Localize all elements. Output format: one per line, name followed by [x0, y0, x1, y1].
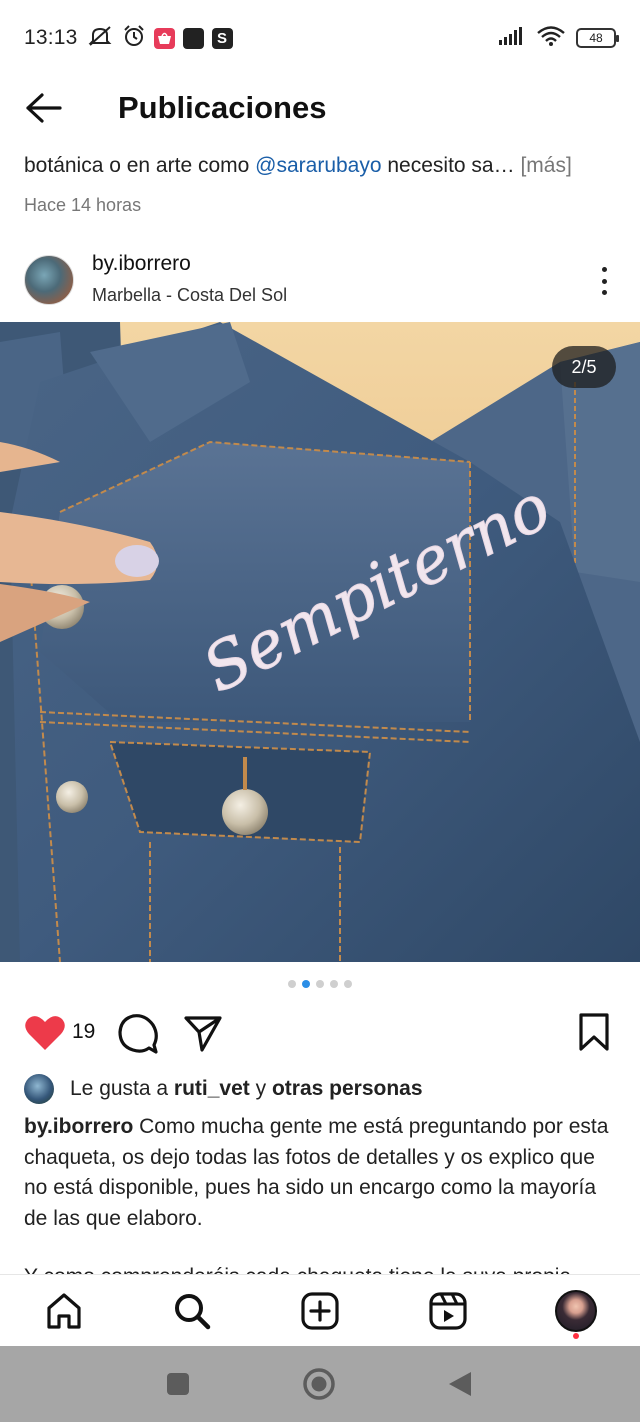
post-author-avatar[interactable]: [24, 255, 74, 305]
back-triangle-icon: [449, 1372, 471, 1396]
send-icon: [184, 1016, 222, 1052]
more-options-button[interactable]: [592, 264, 616, 298]
denim-jacket-photo: Sempiterno: [0, 322, 640, 962]
kebab-dot: [601, 290, 607, 295]
comment-button[interactable]: [117, 1013, 159, 1060]
share-button[interactable]: [183, 1014, 223, 1057]
nav-home[interactable]: [42, 1289, 86, 1333]
status-time: 13:13: [24, 26, 78, 49]
carousel-dot: [344, 980, 352, 988]
home-icon: [47, 1293, 81, 1329]
recents-icon: [167, 1373, 189, 1395]
top-app-bar: Publicaciones: [0, 76, 640, 140]
image-counter: 2/5: [552, 346, 616, 388]
like-button[interactable]: [24, 1014, 66, 1057]
reels-icon: [429, 1292, 467, 1330]
mute-icon: [88, 25, 114, 52]
add-post-icon: [301, 1292, 339, 1330]
back-button[interactable]: [22, 90, 68, 126]
bookmark-icon: [579, 1013, 609, 1051]
alarm-icon: [122, 24, 146, 53]
post-actions: [0, 1010, 640, 1060]
battery-icon: 48: [576, 28, 619, 48]
carousel-dot: [330, 980, 338, 988]
profile-avatar: [555, 1290, 597, 1332]
kebab-dot: [601, 267, 607, 272]
s-app-icon: S: [211, 27, 233, 49]
search-icon: [175, 1294, 211, 1330]
page-title: Publicaciones: [118, 90, 327, 125]
post-image[interactable]: Sempiterno 2/5: [0, 322, 640, 962]
liked-by-user[interactable]: ruti_vet: [174, 1077, 250, 1101]
system-navigation-bar: [0, 1346, 640, 1422]
caption-text-end: necesito sa…: [381, 154, 521, 177]
post-username[interactable]: by.iborrero: [92, 252, 191, 276]
post-timestamp: Hace 14 horas: [24, 195, 142, 215]
nav-reels[interactable]: [426, 1289, 470, 1333]
shop-icon: [153, 27, 175, 49]
arrow-left-icon: [26, 93, 62, 123]
caption-text: botánica o en arte como: [24, 154, 256, 177]
home-system-button[interactable]: [301, 1366, 337, 1402]
caption-username[interactable]: by.iborrero: [24, 1115, 133, 1138]
post-location[interactable]: Marbella - Costa Del Sol: [92, 285, 287, 306]
more-link[interactable]: [más]: [520, 154, 571, 177]
carousel-dot: [288, 980, 296, 988]
mention-link[interactable]: @sararubayo: [255, 154, 381, 177]
caption-cut-line: Y como comprenderéis cada chaqueta tiene…: [24, 1262, 616, 1274]
liked-by-line[interactable]: Le gusta a ruti_vet y otras personas: [24, 1074, 423, 1104]
save-button[interactable]: [578, 1012, 610, 1057]
bottom-navigation: [0, 1274, 640, 1346]
kebab-dot: [601, 278, 607, 284]
app-icon: [182, 27, 204, 49]
notification-dot: [573, 1333, 579, 1339]
status-bar: 13:13 S 48: [0, 0, 640, 76]
home-circle-icon: [303, 1368, 335, 1400]
nav-profile[interactable]: [554, 1289, 598, 1333]
liker-avatar: [24, 1074, 54, 1104]
liked-by-join: y: [249, 1077, 272, 1100]
wifi-icon: [536, 25, 566, 52]
comment-icon: [118, 1014, 158, 1054]
like-count[interactable]: 19: [72, 1020, 95, 1044]
liked-by-prefix: Le gusta a: [70, 1077, 174, 1100]
signal-icon: [498, 26, 526, 51]
previous-post-caption: botánica o en arte como @sararubayo nece…: [24, 154, 572, 178]
heart-icon: [25, 1016, 65, 1050]
nav-create[interactable]: [298, 1289, 342, 1333]
carousel-dot: [316, 980, 324, 988]
liked-by-others[interactable]: otras personas: [272, 1077, 423, 1101]
carousel-dot-active: [302, 980, 310, 988]
post-caption: by.iborrero Como mucha gente me está pre…: [24, 1112, 616, 1234]
back-system-button[interactable]: [442, 1366, 478, 1402]
nav-search[interactable]: [170, 1289, 214, 1333]
recents-button[interactable]: [160, 1366, 196, 1402]
carousel-indicator: [0, 980, 640, 988]
